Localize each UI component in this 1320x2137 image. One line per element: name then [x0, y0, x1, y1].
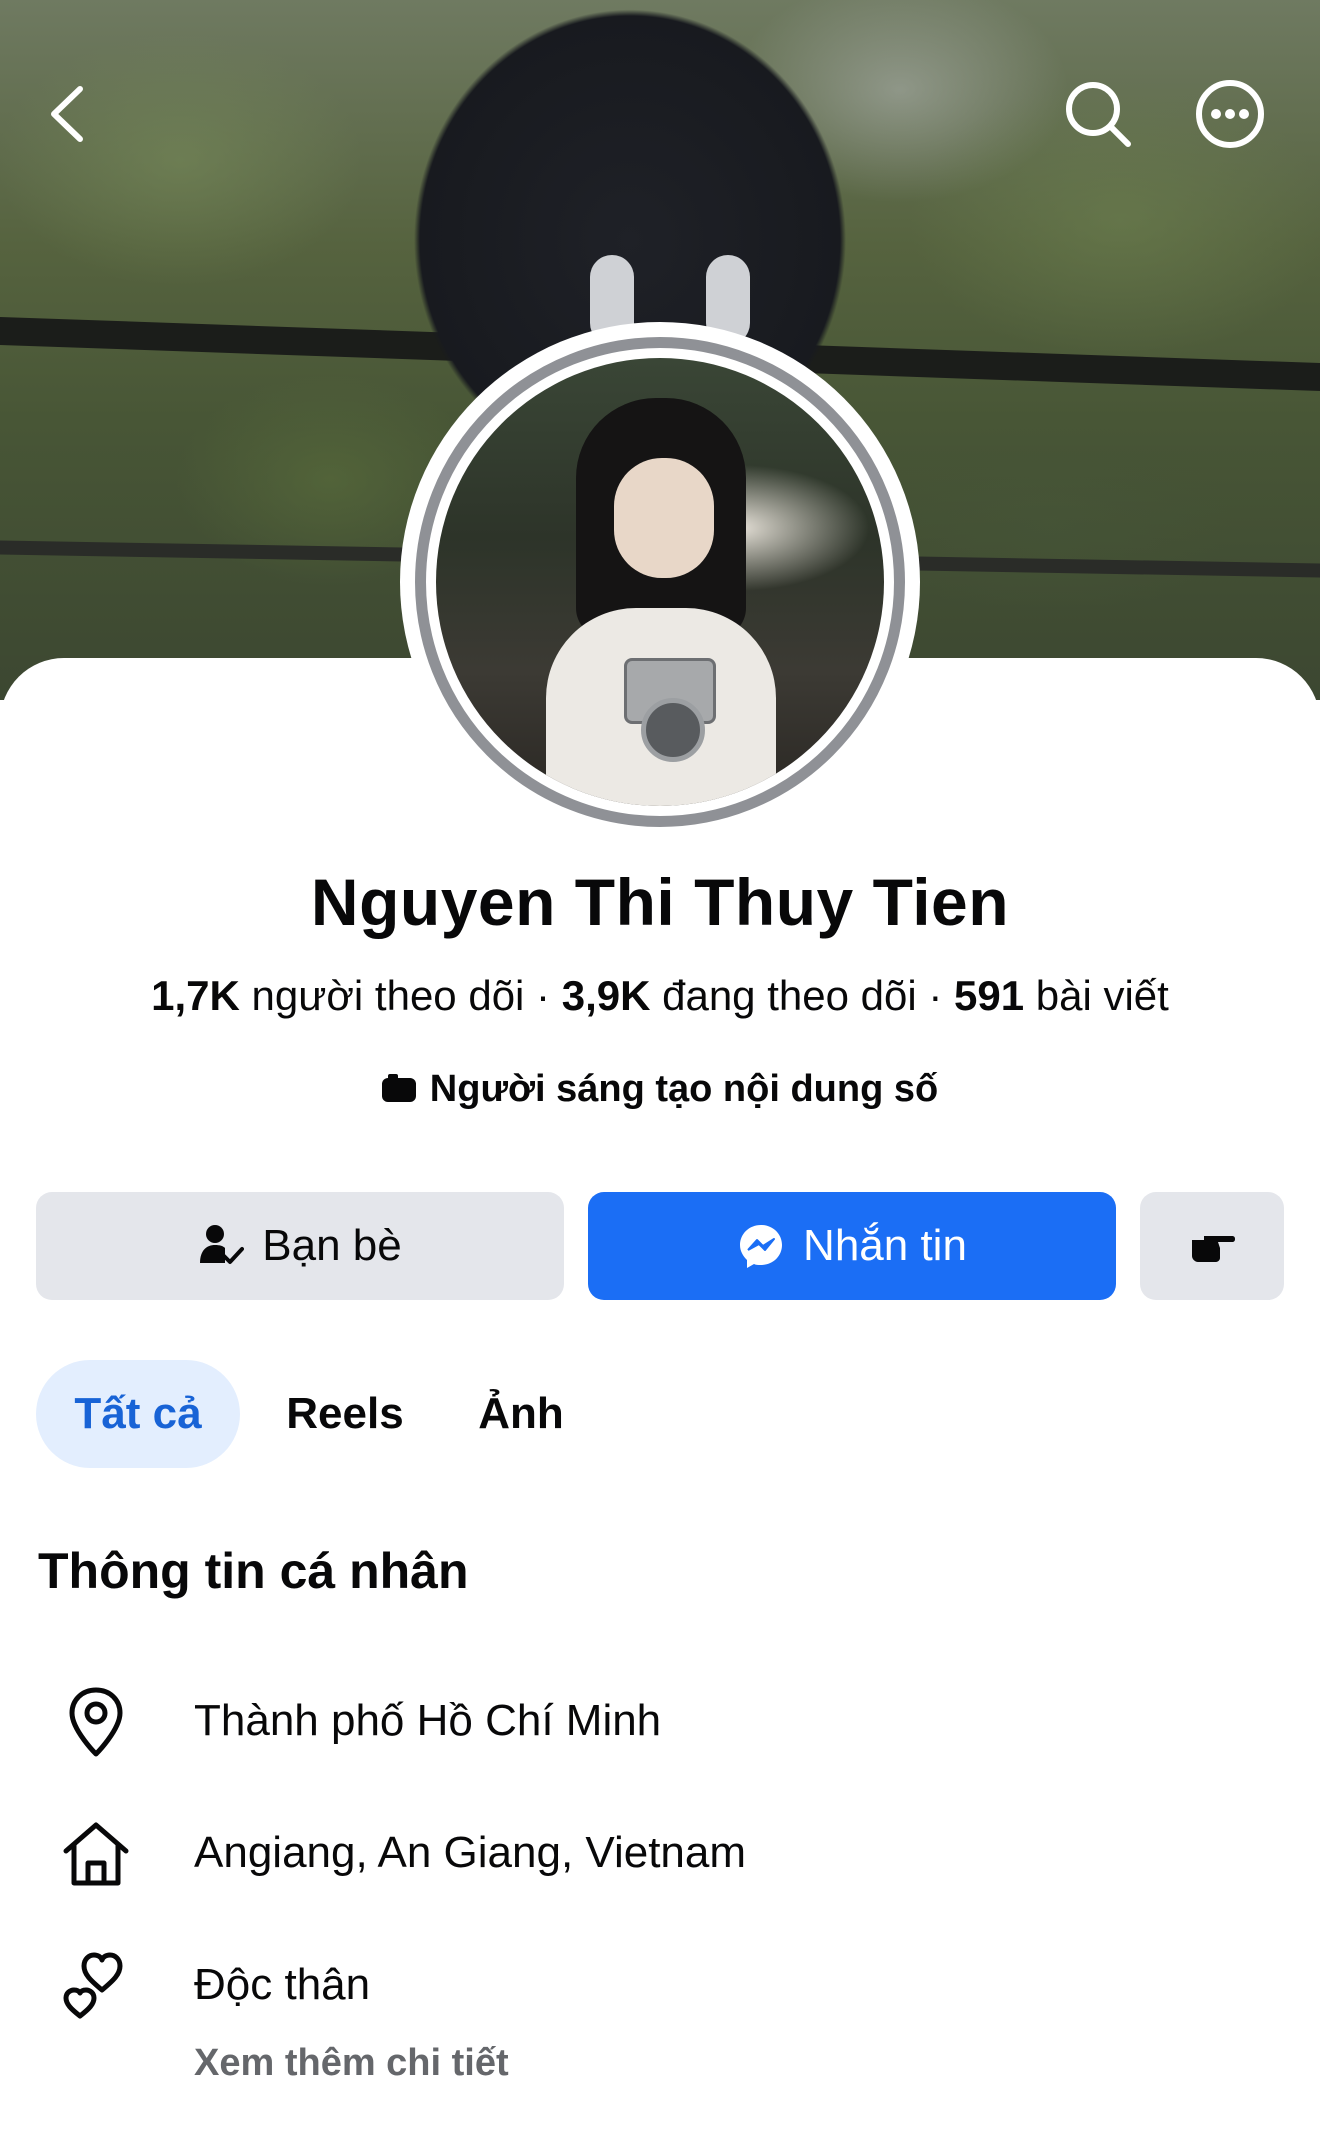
info-row-current-city: Thành phố Hồ Chí Minh	[0, 1674, 1320, 1774]
profile-name: Nguyen Thi Thuy Tien	[310, 865, 1010, 939]
profile-stats: 1,7K người theo dõi · 3,9K đang theo dõi…	[0, 972, 1320, 1020]
creator-category: Người sáng tạo nội dung số	[429, 1068, 939, 1110]
location-pin-icon	[58, 1684, 134, 1760]
message-button-label: Nhắn tin	[803, 1221, 967, 1270]
more-options-button[interactable]	[1194, 78, 1266, 150]
avatar-photo	[436, 358, 884, 806]
poke-hand-icon	[1192, 1236, 1235, 1262]
profile-avatar[interactable]	[400, 322, 920, 842]
friend-check-icon	[200, 1225, 245, 1264]
following-count[interactable]: 3,9K	[562, 972, 651, 1019]
back-button[interactable]	[32, 78, 104, 150]
relationship-text: Độc thân	[194, 1960, 371, 2009]
tab-photos[interactable]: Ảnh	[450, 1360, 592, 1468]
see-more-details-link[interactable]: Xem thêm chi tiết	[194, 2042, 509, 2085]
hearts-icon	[58, 1948, 134, 2024]
posts-count: 591	[954, 972, 1025, 1019]
message-button[interactable]: Nhắn tin	[588, 1192, 1116, 1300]
info-row-relationship: Độc thân	[0, 1938, 1320, 2038]
hometown-text: Angiang, An Giang, Vietnam	[194, 1828, 747, 1877]
search-icon	[1066, 82, 1131, 147]
poke-button[interactable]	[1140, 1192, 1284, 1300]
creator-badge: Người sáng tạo nội dung số	[0, 1068, 1320, 1111]
followers-label[interactable]: người theo dõi ·	[240, 972, 562, 1019]
search-button[interactable]	[1062, 78, 1134, 150]
following-label[interactable]: đang theo dõi ·	[650, 972, 954, 1019]
story-ring	[415, 337, 905, 827]
info-row-hometown: Angiang, An Giang, Vietnam	[0, 1806, 1320, 1906]
current-city-text: Thành phố Hồ Chí Minh	[194, 1696, 662, 1745]
tab-all[interactable]: Tất cả	[36, 1360, 240, 1468]
more-horizontal-icon	[1196, 80, 1264, 148]
chevron-left-icon	[51, 86, 83, 142]
profile-sheet: Nguyen Thi Thuy Tien 1,7K người theo dõi…	[0, 322, 1320, 2137]
messenger-icon	[740, 1225, 783, 1268]
followers-count[interactable]: 1,7K	[151, 972, 240, 1019]
friends-button-label: Bạn bè	[262, 1221, 402, 1270]
tab-reels[interactable]: Reels	[260, 1360, 430, 1468]
video-camera-icon	[381, 1073, 416, 1102]
friends-button[interactable]: Bạn bè	[36, 1192, 564, 1300]
about-section-title: Thông tin cá nhân	[38, 1543, 469, 1599]
home-icon	[58, 1816, 134, 1892]
posts-label: bài viết	[1024, 972, 1169, 1019]
